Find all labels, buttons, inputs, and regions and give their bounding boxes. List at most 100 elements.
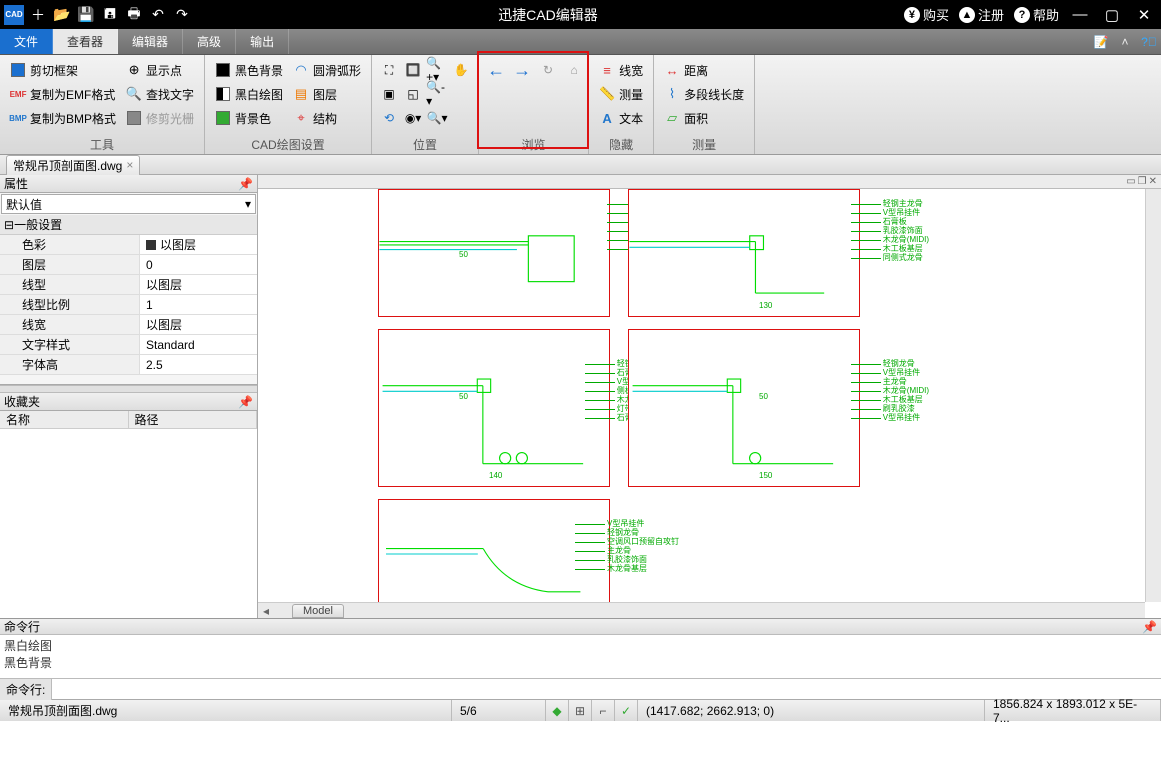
osnap-icon[interactable]: ✓ xyxy=(617,704,635,718)
document-tab[interactable]: 常规吊顶剖面图.dwg × xyxy=(6,155,140,175)
maximize-icon[interactable]: ❐ xyxy=(1138,176,1147,187)
help-icon[interactable]: ?⃝ xyxy=(1137,29,1161,54)
pin-icon[interactable]: 📌 xyxy=(1142,620,1157,634)
nav-back-icon[interactable]: ← xyxy=(485,59,507,81)
nav-refresh-icon[interactable]: ↻ xyxy=(537,59,559,81)
text-button[interactable]: A文本 xyxy=(595,107,647,129)
lineweight-button[interactable]: ≡线宽 xyxy=(595,59,647,81)
minimize-button[interactable]: ― xyxy=(1069,4,1091,26)
title-bar: CAD ＋ 📂 💾 🖪 🖶 ↶ ↷ 迅捷CAD编辑器 ¥购买 ▲注册 ?帮助 ―… xyxy=(0,0,1161,29)
collapse-ribbon-icon[interactable]: ˄ xyxy=(1113,29,1137,54)
fav-col-path[interactable]: 路径 xyxy=(129,411,258,428)
tab-output[interactable]: 输出 xyxy=(236,29,289,54)
smooth-arc-button[interactable]: ◠圆滑弧形 xyxy=(289,59,365,81)
tab-file[interactable]: 文件 xyxy=(0,29,53,54)
command-prompt-label: 命令行: xyxy=(0,679,52,700)
ribbon-tabs: 文件 查看器 编辑器 高级 输出 📝 ˄ ?⃝ xyxy=(0,29,1161,55)
bw-draw-button[interactable]: 黑白绘图 xyxy=(211,83,287,105)
layer-button[interactable]: ▤图层 xyxy=(289,83,365,105)
left-panel: 属性📌 默认值▾ ⊟ 一般设置 色彩以图层 图层0 线型以图层 线型比例1 线宽… xyxy=(0,175,258,618)
prop-row-lineweight[interactable]: 线宽以图层 xyxy=(0,315,257,335)
vertical-scrollbar[interactable] xyxy=(1145,189,1161,602)
saveall-icon[interactable]: 🖪 xyxy=(100,5,120,25)
pin-icon[interactable]: 📌 xyxy=(238,177,253,191)
drawing-canvas[interactable]: 轻钢龙骨V型吊挂件主龙骨石膏板吊顶白色乳胶漆M型龙骨 50 轻钢主龙骨V型吊挂件… xyxy=(258,189,1161,618)
prop-row-color[interactable]: 色彩以图层 xyxy=(0,235,257,255)
scroll-left-icon[interactable]: ◂ xyxy=(258,604,274,618)
extents-icon[interactable]: ▣ xyxy=(378,83,400,105)
orbit-icon[interactable]: ⟲ xyxy=(378,107,400,129)
grid-icon[interactable]: ⊞ xyxy=(571,704,589,718)
prop-row-linetype[interactable]: 线型以图层 xyxy=(0,275,257,295)
save-icon[interactable]: 💾 xyxy=(76,5,96,25)
close-tab-icon[interactable]: × xyxy=(126,158,133,172)
nav-forward-icon[interactable]: → xyxy=(511,59,533,81)
tab-viewer[interactable]: 查看器 xyxy=(53,29,118,54)
prop-row-ltscale[interactable]: 线型比例1 xyxy=(0,295,257,315)
zoom-region-icon[interactable]: 🔲 xyxy=(402,59,424,81)
print-icon[interactable]: 🖶 xyxy=(124,5,144,25)
zoom-out-icon[interactable]: 🔍-▾ xyxy=(426,83,448,105)
help-link[interactable]: ?帮助 xyxy=(1014,5,1059,24)
pan-icon[interactable]: ✋ xyxy=(450,59,472,81)
zoom-prev-icon[interactable]: 🔍▾ xyxy=(426,107,448,129)
ortho-icon[interactable]: ⌐ xyxy=(594,704,612,718)
quick-access-toolbar: CAD ＋ 📂 💾 🖪 🖶 ↶ ↷ xyxy=(0,5,192,25)
zoom-all-icon[interactable]: ◱ xyxy=(402,83,424,105)
distance-button[interactable]: ↔距离 xyxy=(660,59,748,81)
favorites-panel-header: 收藏夹📌 xyxy=(0,393,257,411)
pin-icon[interactable]: 📌 xyxy=(238,395,253,409)
command-line: 命令行: xyxy=(0,679,1161,699)
model-tab[interactable]: Model xyxy=(292,604,344,618)
polyline-len-button[interactable]: ⌇多段线长度 xyxy=(660,83,748,105)
measure-button[interactable]: 📏测量 xyxy=(595,83,647,105)
close-canvas-icon[interactable]: ✕ xyxy=(1149,176,1157,187)
app-icon[interactable]: CAD xyxy=(4,5,24,25)
favorites-body[interactable] xyxy=(0,429,257,618)
structure-button[interactable]: ⌖结构 xyxy=(289,107,365,129)
fit-window-icon[interactable]: ⛶ xyxy=(378,59,400,81)
black-bg-button[interactable]: 黑色背景 xyxy=(211,59,287,81)
prop-row-layer[interactable]: 图层0 xyxy=(0,255,257,275)
area-button[interactable]: ▱面积 xyxy=(660,107,748,129)
prop-section-general[interactable]: ⊟ 一般设置 xyxy=(0,215,257,235)
new-icon[interactable]: ＋ xyxy=(28,5,48,25)
close-button[interactable]: ✕ xyxy=(1133,4,1155,26)
copy-emf-button[interactable]: EMF复制为EMF格式 xyxy=(6,83,120,105)
ribbon-group-tools: 剪切框架 EMF复制为EMF格式 BMP复制为BMP格式 ⊕显示点 🔍查找文字 … xyxy=(0,55,205,154)
snap-icon[interactable]: ◆ xyxy=(548,704,566,718)
prop-row-textheight[interactable]: 字体高2.5 xyxy=(0,355,257,375)
copy-bmp-button[interactable]: BMP复制为BMP格式 xyxy=(6,107,120,129)
style-icon[interactable]: 📝 xyxy=(1089,29,1113,54)
tab-editor[interactable]: 编辑器 xyxy=(118,29,183,54)
ribbon-group-cad-draw: 黑色背景 黑白绘图 背景色 ◠圆滑弧形 ▤图层 ⌖结构 CAD绘图设置 xyxy=(205,55,372,154)
command-log[interactable]: 黑白绘图 黑色背景 xyxy=(0,635,1161,679)
open-icon[interactable]: 📂 xyxy=(52,5,72,25)
undo-icon[interactable]: ↶ xyxy=(148,5,168,25)
find-text-button[interactable]: 🔍查找文字 xyxy=(122,83,198,105)
restore-icon[interactable]: ▭ xyxy=(1126,176,1135,187)
view-icon[interactable]: ◉▾ xyxy=(402,107,424,129)
zoom-in-icon[interactable]: 🔍+▾ xyxy=(426,59,448,81)
buy-link[interactable]: ¥购买 xyxy=(904,5,949,24)
show-point-button[interactable]: ⊕显示点 xyxy=(122,59,198,81)
cut-frame-button[interactable]: 剪切框架 xyxy=(6,59,120,81)
default-combo[interactable]: 默认值▾ xyxy=(1,194,256,214)
window-title: 迅捷CAD编辑器 xyxy=(192,5,904,25)
group-label-browse: 浏览 xyxy=(485,136,582,154)
properties-table: ⊟ 一般设置 色彩以图层 图层0 线型以图层 线型比例1 线宽以图层 文字样式S… xyxy=(0,215,257,385)
fav-col-name[interactable]: 名称 xyxy=(0,411,129,428)
bgcolor-button[interactable]: 背景色 xyxy=(211,107,287,129)
command-input[interactable] xyxy=(52,682,1161,696)
favorites-columns: 名称 路径 xyxy=(0,411,257,429)
nav-home-icon[interactable]: ⌂ xyxy=(563,59,585,81)
tab-advanced[interactable]: 高级 xyxy=(183,29,236,54)
trim-raster-button[interactable]: 修剪光栅 xyxy=(122,107,198,129)
prop-row-textstyle[interactable]: 文字样式Standard xyxy=(0,335,257,355)
redo-icon[interactable]: ↷ xyxy=(172,5,192,25)
horizontal-scrollbar[interactable]: ◂ Model xyxy=(258,602,1145,618)
group-label-position: 位置 xyxy=(378,136,472,154)
register-link[interactable]: ▲注册 xyxy=(959,5,1004,24)
group-label-measure: 测量 xyxy=(660,136,748,154)
maximize-button[interactable]: ▢ xyxy=(1101,4,1123,26)
